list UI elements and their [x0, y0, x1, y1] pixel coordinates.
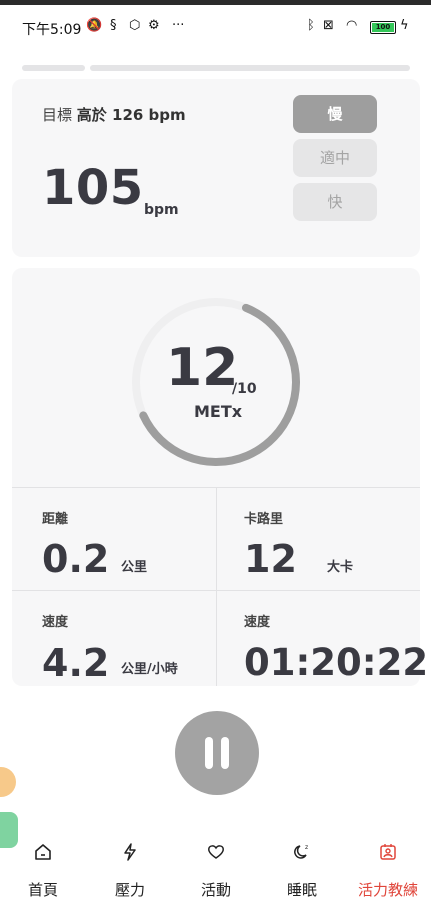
nav-coach[interactable]: 活力教練	[345, 838, 431, 908]
battery-icon: 100	[370, 21, 396, 34]
nav-sleep[interactable]: z 睡眠	[259, 838, 345, 908]
svg-text:z: z	[305, 844, 308, 851]
nav-home[interactable]: 首頁	[0, 838, 86, 908]
sim-off-icon: ⊠	[323, 18, 334, 33]
pause-icon	[205, 737, 213, 769]
floating-widget-icon[interactable]	[0, 767, 16, 797]
speed-value: 4.2	[42, 641, 110, 685]
app-notification-icon: §	[110, 18, 117, 33]
lightning-icon	[124, 843, 136, 861]
duration-value: 01:20:22	[244, 641, 429, 684]
status-bar: 下午5:09 🔕 § ⬡ ⚙ ··· ᛒ ⊠ ◠ 100 ϟ	[0, 5, 431, 49]
distance-unit: 公里	[121, 560, 148, 575]
nav-activity-label: 活動	[200, 881, 231, 899]
target-label: 目標 高於 126 bpm	[42, 104, 186, 125]
nav-home-label: 首頁	[27, 881, 58, 899]
calories-label: 卡路里	[244, 512, 284, 527]
pace-slow-button[interactable]: 慢	[293, 95, 377, 133]
speed-unit: 公里/小時	[121, 662, 178, 677]
pace-moderate-button[interactable]: 適中	[293, 139, 377, 177]
nav-stress[interactable]: 壓力	[87, 838, 173, 908]
pause-icon-bar	[221, 737, 229, 769]
coach-icon	[380, 844, 396, 860]
stats-divider-vertical	[216, 487, 217, 686]
heart-rate-unit: bpm	[144, 202, 179, 218]
nav-sleep-label: 睡眠	[286, 881, 317, 899]
heart-rate-value: 105	[42, 160, 144, 216]
nav-coach-label: 活力教練	[357, 881, 418, 899]
page-indicator-1	[22, 65, 85, 71]
gear-icon: ⚙	[148, 18, 160, 33]
pause-button[interactable]	[175, 711, 259, 795]
speed-label: 速度	[42, 615, 69, 630]
nav-activity[interactable]: 活動	[173, 838, 259, 908]
page-indicator-2	[90, 65, 410, 71]
distance-label: 距離	[42, 512, 69, 527]
hexagon-icon: ⬡	[129, 18, 141, 33]
wifi-icon: ◠	[346, 18, 358, 33]
duration-label: 速度	[244, 615, 271, 630]
nav-stress-label: 壓力	[114, 881, 145, 899]
target-value: 高於 126 bpm	[76, 106, 186, 124]
pace-fast-button[interactable]: 快	[293, 183, 377, 221]
charging-icon: ϟ	[400, 18, 409, 33]
mets-max: /10	[232, 381, 257, 397]
distance-value: 0.2	[42, 537, 110, 581]
mute-icon: 🔕	[86, 18, 103, 33]
mets-value: 12	[166, 338, 239, 398]
status-time: 下午5:09	[22, 22, 82, 38]
moon-icon: z	[294, 844, 308, 859]
target-prefix: 目標	[42, 106, 73, 124]
heart-icon	[208, 845, 224, 859]
more-icon: ···	[172, 18, 185, 33]
home-icon	[35, 844, 51, 860]
mets-unit: METx	[194, 402, 243, 421]
calories-value: 12	[244, 537, 297, 581]
calories-unit: 大卡	[327, 560, 354, 575]
bluetooth-icon: ᛒ	[307, 18, 315, 33]
